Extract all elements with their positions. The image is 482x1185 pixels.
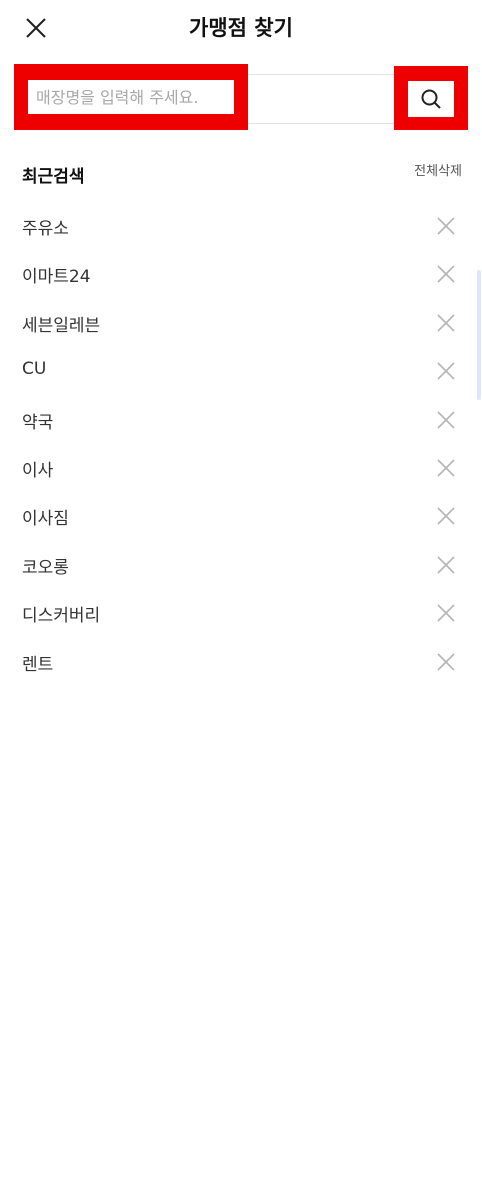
delete-recent-button[interactable] [436,216,456,236]
list-item[interactable]: 세븐일레븐 [0,299,482,347]
delete-recent-button[interactable] [436,264,456,284]
search-input[interactable] [28,80,234,114]
delete-recent-button[interactable] [436,603,456,623]
delete-recent-button[interactable] [436,313,456,333]
delete-recent-button[interactable] [436,458,456,478]
recent-search-label[interactable]: 이마트24 [22,262,91,287]
page-title: 가맹점 찾기 [189,16,293,40]
scrollbar[interactable] [477,270,481,400]
header: 가맹점 찾기 [0,0,482,56]
list-item[interactable]: 이마트24 [0,250,482,298]
search-icon [421,89,441,109]
list-item[interactable]: 이사 [0,444,482,492]
recent-search-label[interactable]: 주유소 [22,214,69,239]
search-button-highlight [394,66,468,130]
delete-recent-button[interactable] [436,410,456,430]
delete-recent-button[interactable] [436,555,456,575]
recent-search-label[interactable]: 세븐일레븐 [22,311,100,336]
recent-search-label[interactable]: 이사짐 [22,504,69,529]
search-button[interactable] [408,81,454,117]
delete-recent-button[interactable] [436,361,456,381]
search-bar [14,64,468,130]
delete-recent-button[interactable] [436,506,456,526]
close-icon [437,507,455,525]
close-icon [437,556,455,574]
delete-recent-button[interactable] [436,652,456,672]
list-item[interactable]: 주유소 [0,202,482,250]
close-icon [437,314,455,332]
recent-search-label[interactable]: 디스커버리 [22,601,100,626]
list-item[interactable]: 약국 [0,396,482,444]
search-input-highlight [14,64,248,130]
list-item[interactable]: 렌트 [0,638,482,686]
recent-search-label[interactable]: 렌트 [22,650,53,675]
close-icon [437,410,455,429]
recent-search-label[interactable]: 코오롱 [22,553,69,578]
list-item[interactable]: 디스커버리 [0,589,482,637]
recent-search-label[interactable]: 약국 [22,408,53,433]
recent-search-title: 최근검색 [22,167,85,187]
close-icon [437,265,455,283]
close-icon [437,217,455,235]
recent-search-label[interactable]: 이사 [22,456,53,481]
close-icon [437,362,455,380]
recent-search-header: 최근검색 전체삭제 [22,158,462,188]
close-icon [437,652,455,671]
list-item[interactable]: 이사짐 [0,492,482,540]
recent-search-list: 주유소이마트24 세븐일레븐 CU 약국이사이사짐코오롱디스커버리렌트 [0,202,482,686]
close-icon [437,459,455,477]
recent-search-label[interactable]: CU [22,359,46,379]
close-icon [437,604,455,622]
list-item[interactable]: 코오롱 [0,541,482,589]
clear-all-button[interactable]: 전체삭제 [414,160,462,179]
list-item[interactable]: CU [0,347,482,395]
